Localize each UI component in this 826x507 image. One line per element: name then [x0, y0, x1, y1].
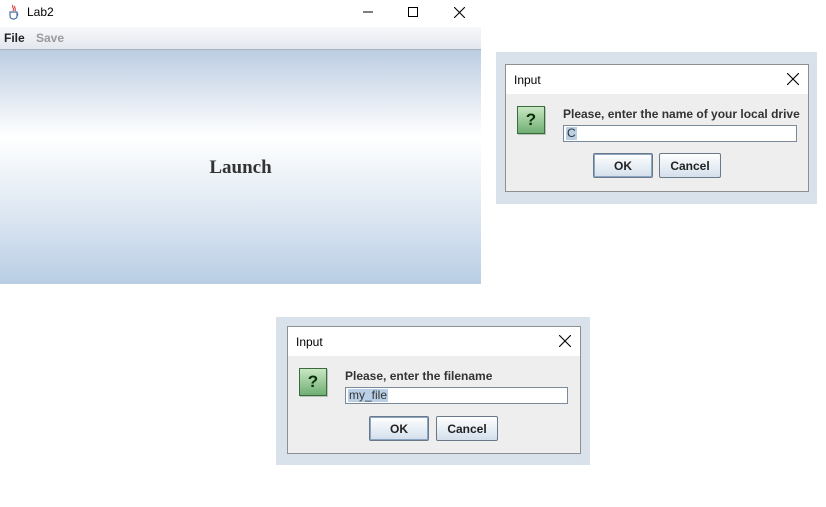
question-icon: ?	[517, 106, 545, 134]
dialog-title: Input	[296, 335, 323, 349]
java-cup-icon	[6, 4, 22, 20]
dialog-close-button[interactable]	[556, 332, 574, 350]
main-window: Lab2 File Save Launch	[0, 0, 481, 284]
dialog-close-button[interactable]	[784, 70, 802, 88]
dialog-title: Input	[514, 73, 541, 87]
drive-input[interactable]: C	[563, 125, 797, 142]
dialog-title-bar[interactable]: Input	[288, 327, 580, 356]
menu-file[interactable]: File	[4, 31, 25, 45]
menu-save[interactable]: Save	[36, 31, 64, 45]
maximize-button[interactable]	[390, 0, 436, 24]
close-icon	[559, 335, 571, 347]
filename-input[interactable]: my_file	[345, 387, 568, 404]
filename-dialog: Input ? Please, enter the filename my_fi…	[287, 326, 581, 454]
minimize-icon	[363, 11, 373, 13]
close-icon	[453, 6, 465, 18]
filename-input-value: my_file	[348, 388, 389, 402]
title-bar[interactable]: Lab2	[0, 0, 481, 24]
question-icon: ?	[299, 368, 327, 396]
ok-button[interactable]: OK	[593, 153, 653, 178]
minimize-button[interactable]	[345, 0, 391, 24]
content-panel: Launch	[0, 50, 481, 284]
cancel-button[interactable]: Cancel	[436, 416, 498, 441]
close-button[interactable]	[436, 0, 482, 24]
cancel-button[interactable]: Cancel	[659, 153, 721, 178]
ok-button[interactable]: OK	[369, 416, 429, 441]
drive-input-value: C	[566, 126, 577, 140]
drive-dialog: Input ? Please, enter the name of your l…	[505, 64, 809, 192]
menu-bar: File Save	[0, 27, 481, 50]
close-icon	[787, 73, 799, 85]
maximize-icon	[408, 7, 418, 17]
launch-label[interactable]: Launch	[0, 157, 481, 179]
filename-prompt: Please, enter the filename	[345, 369, 493, 383]
dialog-title-bar[interactable]: Input	[506, 65, 808, 94]
drive-prompt: Please, enter the name of your local dri…	[563, 107, 800, 121]
window-title: Lab2	[27, 5, 54, 19]
